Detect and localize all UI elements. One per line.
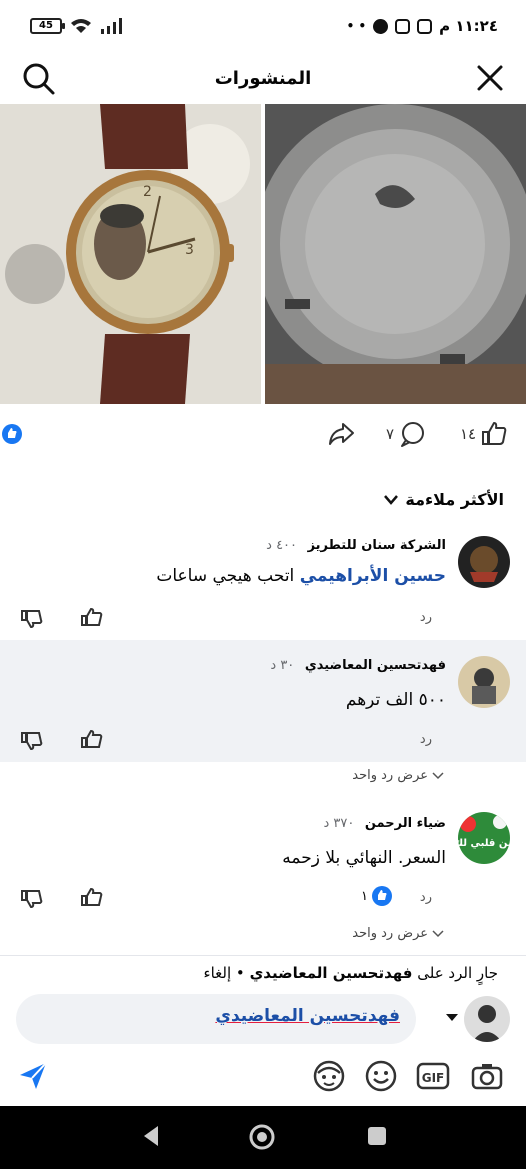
signal-icon xyxy=(101,18,122,34)
avatar[interactable] xyxy=(458,656,510,708)
more-dots-icon: • • xyxy=(346,19,367,33)
reply-button[interactable]: رد xyxy=(420,732,432,747)
like-reaction-icon xyxy=(2,424,22,444)
back-icon[interactable] xyxy=(140,1124,162,1148)
avatar[interactable]: من قلبي لك xyxy=(458,812,510,864)
reply-button[interactable]: رد xyxy=(420,890,432,905)
like-reaction-icon xyxy=(372,886,392,906)
view-replies-text: عرض رد واحد xyxy=(352,768,428,783)
app-icon xyxy=(395,18,411,34)
comment-header: فهدتحسين المعاضيدي ٣٠ د xyxy=(270,658,446,673)
page-title: المنشورات xyxy=(214,67,312,89)
comment: من قلبي لك ضياء الرحمن ٣٧٠ د السعر. النه… xyxy=(0,808,526,918)
home-icon[interactable] xyxy=(248,1123,276,1151)
comment-button[interactable]: ٧ xyxy=(386,420,426,448)
battery-icon: 45 xyxy=(30,18,65,34)
separator: • xyxy=(235,964,245,982)
view-replies-text: عرض رد واحد xyxy=(352,926,428,941)
profile-switch-caret-icon[interactable] xyxy=(446,1014,458,1021)
upvote-icon[interactable] xyxy=(80,606,104,630)
tiktok-app-icon xyxy=(417,18,433,34)
system-nav-bar xyxy=(0,1106,526,1169)
view-replies-link[interactable]: عرض رد واحد xyxy=(352,926,444,941)
comment-text: اتحب هيجي ساعات xyxy=(156,566,295,586)
avatar-sticker-icon[interactable] xyxy=(312,1059,346,1093)
reply-button[interactable]: رد xyxy=(420,610,432,625)
comment-time: ٣٠ د xyxy=(270,658,295,673)
comment-author[interactable]: الشركة سنان للتطريز xyxy=(308,538,446,553)
chevron-down-icon xyxy=(384,494,399,505)
top-bar: المنشورات xyxy=(0,52,526,104)
cancel-reply-button[interactable]: إلغاء xyxy=(204,964,232,982)
svg-text:GIF: GIF xyxy=(422,1071,445,1085)
profile-avatar[interactable] xyxy=(464,996,510,1042)
chevron-down-icon xyxy=(432,929,444,937)
downvote-icon[interactable] xyxy=(20,606,44,630)
comment-body: حسين الأبراهيمي اتحب هيجي ساعات xyxy=(156,566,446,586)
watch-back-photo[interactable] xyxy=(265,104,526,404)
upvote-icon[interactable] xyxy=(80,886,104,910)
emoji-icon[interactable] xyxy=(364,1059,398,1093)
comment-text: السعر. النهائي بلا زحمه xyxy=(282,848,446,868)
input-row: فهدتحسين المعاضيدي xyxy=(16,994,510,1044)
like-icon xyxy=(482,422,507,445)
comment-text: ٥٠٠ الف ترهم xyxy=(345,690,446,710)
comment: الشركة سنان للتطريز ٤٠٠ د حسين الأبراهيم… xyxy=(0,530,526,640)
facebook-app-icon xyxy=(373,18,389,34)
wifi-icon xyxy=(71,19,91,33)
watch-front-photo[interactable]: 2 3 xyxy=(0,104,261,404)
svg-text:2: 2 xyxy=(143,184,152,200)
send-icon[interactable] xyxy=(16,1059,50,1093)
comment-icon xyxy=(401,422,425,447)
post-photos: 2 3 xyxy=(0,104,526,404)
comment-mention[interactable]: حسين الأبراهيمي xyxy=(300,566,446,586)
comment-header: الشركة سنان للتطريز ٤٠٠ د xyxy=(266,538,446,553)
status-right: • • ١١:٢٤ م xyxy=(347,17,498,35)
camera-icon[interactable] xyxy=(470,1059,504,1093)
reaction-count: ١ xyxy=(361,888,368,904)
like-count: ١٤ xyxy=(460,425,477,443)
chevron-down-icon xyxy=(432,771,444,779)
comment-author[interactable]: ضياء الرحمن xyxy=(365,816,446,831)
recents-icon[interactable] xyxy=(366,1125,388,1147)
sort-label: الأكثر ملاءمة xyxy=(405,490,504,509)
replying-prefix: جارٍ الرد على xyxy=(417,964,498,982)
share-button[interactable] xyxy=(327,420,355,448)
like-button[interactable]: ١٤ xyxy=(460,420,508,448)
post-actions: ٧ ١٤ xyxy=(0,412,526,458)
upvote-icon[interactable] xyxy=(80,728,104,752)
comment-count: ٧ xyxy=(386,425,395,443)
downvote-icon[interactable] xyxy=(20,886,44,910)
search-icon[interactable] xyxy=(20,60,56,96)
status-bar: 45 • • ١١:٢٤ م xyxy=(0,0,526,52)
replying-to-name: فهدتحسين المعاضيدي xyxy=(249,964,413,982)
composer-toolbar: GIF xyxy=(0,1056,526,1096)
comment-sort-dropdown[interactable]: الأكثر ملاءمة xyxy=(383,490,504,509)
replying-to-bar: جارٍ الرد على فهدتحسين المعاضيدي • إلغاء xyxy=(204,964,498,982)
view-replies-link[interactable]: عرض رد واحد xyxy=(352,768,444,783)
comment-header: ضياء الرحمن ٣٧٠ د xyxy=(323,816,446,831)
comment: فهدتحسين المعاضيدي ٣٠ د ٥٠٠ الف ترهم رد xyxy=(0,640,526,762)
status-left: 45 xyxy=(30,18,124,34)
comment-input-value[interactable]: فهدتحسين المعاضيدي xyxy=(215,1006,400,1026)
share-icon xyxy=(329,423,354,445)
gif-icon[interactable]: GIF xyxy=(416,1059,450,1093)
comment-author[interactable]: فهدتحسين المعاضيدي xyxy=(305,658,446,673)
avatar-text: من قلبي لك xyxy=(458,838,510,849)
downvote-icon[interactable] xyxy=(20,728,44,752)
comment-time: ٤٠٠ د xyxy=(266,538,298,553)
status-time: ١١:٢٤ م xyxy=(439,17,498,35)
avatar[interactable] xyxy=(458,536,510,588)
svg-text:3: 3 xyxy=(185,242,194,258)
close-icon[interactable] xyxy=(474,62,506,94)
comment-composer: جارٍ الرد على فهدتحسين المعاضيدي • إلغاء… xyxy=(0,955,526,1105)
comment-input[interactable]: فهدتحسين المعاضيدي xyxy=(16,994,416,1044)
comment-reactions[interactable]: ١ xyxy=(361,886,392,906)
comment-time: ٣٧٠ د xyxy=(323,816,355,831)
